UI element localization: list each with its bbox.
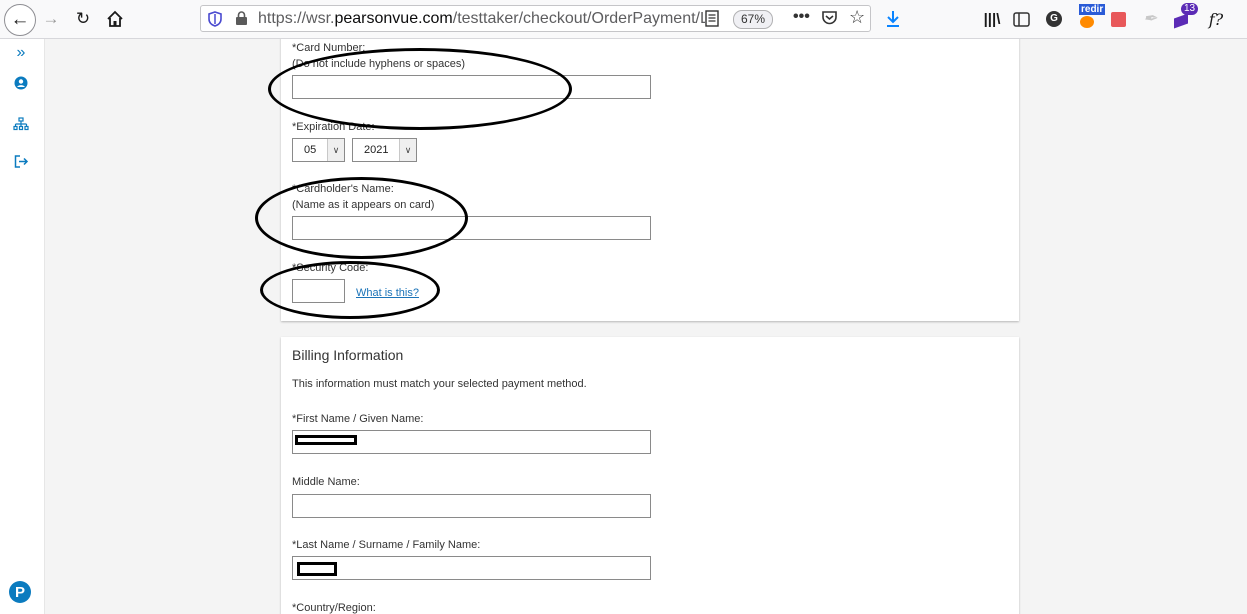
- sign-out-icon[interactable]: [10, 150, 32, 172]
- home-icon[interactable]: [102, 6, 128, 32]
- url-prefix: https://wsr.: [258, 10, 335, 27]
- grammarly-icon[interactable]: G: [1041, 6, 1067, 32]
- cardholder-name-hint: (Name as it appears on card): [292, 199, 435, 211]
- card-number-input[interactable]: [292, 75, 651, 99]
- expiration-date-label: *Expiration Date:: [292, 121, 375, 133]
- extension-badge-count: 13: [1181, 3, 1199, 15]
- user-profile-icon[interactable]: [10, 72, 32, 94]
- forward-arrow-icon[interactable]: →: [38, 6, 64, 32]
- reload-icon[interactable]: ↻: [70, 6, 96, 32]
- reader-view-icon[interactable]: [705, 10, 719, 32]
- last-name-input[interactable]: [292, 556, 651, 580]
- tracking-shield-icon[interactable]: [208, 11, 222, 32]
- expiration-month-value: 05: [304, 144, 317, 156]
- middle-name-label: Middle Name:: [292, 476, 360, 488]
- extension-with-badge-icon[interactable]: 13: [1170, 3, 1199, 32]
- download-icon[interactable]: [880, 6, 906, 32]
- cardholder-name-label: *Cardholder's Name:: [292, 183, 394, 195]
- url-domain: pearsonvue.com: [334, 10, 453, 27]
- expiration-year-value: 2021: [364, 144, 389, 156]
- browser-toolbar: ← → ↻ https://wsr.pearsonvue.com/testtak…: [0, 0, 1247, 39]
- billing-note: This information must match your selecte…: [292, 378, 587, 390]
- pen-extension-icon[interactable]: ✒: [1137, 6, 1163, 32]
- chevron-down-icon: ∨: [399, 139, 416, 161]
- zoom-level-badge[interactable]: 67%: [733, 10, 773, 29]
- security-code-label: *Security Code:: [292, 262, 369, 274]
- expand-chevrons-icon[interactable]: »: [10, 42, 32, 64]
- lock-icon[interactable]: [235, 11, 248, 31]
- security-code-input[interactable]: [292, 279, 345, 303]
- url-bar[interactable]: https://wsr.pearsonvue.com/testtaker/che…: [200, 5, 871, 32]
- expiration-month-select[interactable]: 05 ∨: [292, 138, 345, 162]
- card-number-label: *Card Number:: [292, 42, 366, 54]
- redirector-extension-icon[interactable]: redir: [1074, 4, 1106, 32]
- app-sidebar: » P: [0, 39, 45, 614]
- country-region-label: *Country/Region:: [292, 602, 376, 614]
- url-text[interactable]: https://wsr.pearsonvue.com/testtaker/che…: [258, 10, 705, 28]
- billing-section-title: Billing Information: [292, 347, 404, 363]
- sitemap-icon[interactable]: [10, 113, 32, 135]
- redaction-box: [297, 562, 337, 576]
- sidebar-toggle-icon[interactable]: [1008, 6, 1034, 32]
- pearson-logo[interactable]: P: [9, 581, 31, 603]
- page-actions-icon[interactable]: •••: [793, 8, 810, 26]
- billing-information-card: Billing Information This information mus…: [281, 337, 1019, 614]
- formula-extension-icon[interactable]: f?: [1203, 6, 1229, 32]
- bookmark-star-icon[interactable]: ☆: [849, 7, 865, 28]
- first-name-label: *First Name / Given Name:: [292, 413, 424, 425]
- translate-extension-icon[interactable]: [1105, 6, 1131, 32]
- url-path: /testtaker/checkout/OrderPayment/LINUXPF: [452, 10, 705, 27]
- page-content: *Card Number: (Do not include hyphens or…: [45, 39, 1247, 614]
- last-name-label: *Last Name / Surname / Family Name:: [292, 539, 481, 551]
- library-icon[interactable]: |||\: [979, 6, 1005, 32]
- chevron-down-icon: ∨: [327, 139, 344, 161]
- back-arrow-icon[interactable]: ←: [4, 4, 36, 36]
- first-name-input[interactable]: [292, 430, 651, 454]
- card-number-hint: (Do not include hyphens or spaces): [292, 58, 466, 70]
- payment-method-card: *Card Number: (Do not include hyphens or…: [281, 39, 1019, 321]
- middle-name-input[interactable]: [292, 494, 651, 518]
- redir-label: redir: [1079, 4, 1106, 15]
- what-is-this-link[interactable]: What is this?: [356, 287, 419, 299]
- expiration-year-select[interactable]: 2021 ∨: [352, 138, 417, 162]
- pocket-icon[interactable]: [821, 10, 838, 31]
- redaction-box: [295, 435, 357, 445]
- cardholder-name-input[interactable]: [292, 216, 651, 240]
